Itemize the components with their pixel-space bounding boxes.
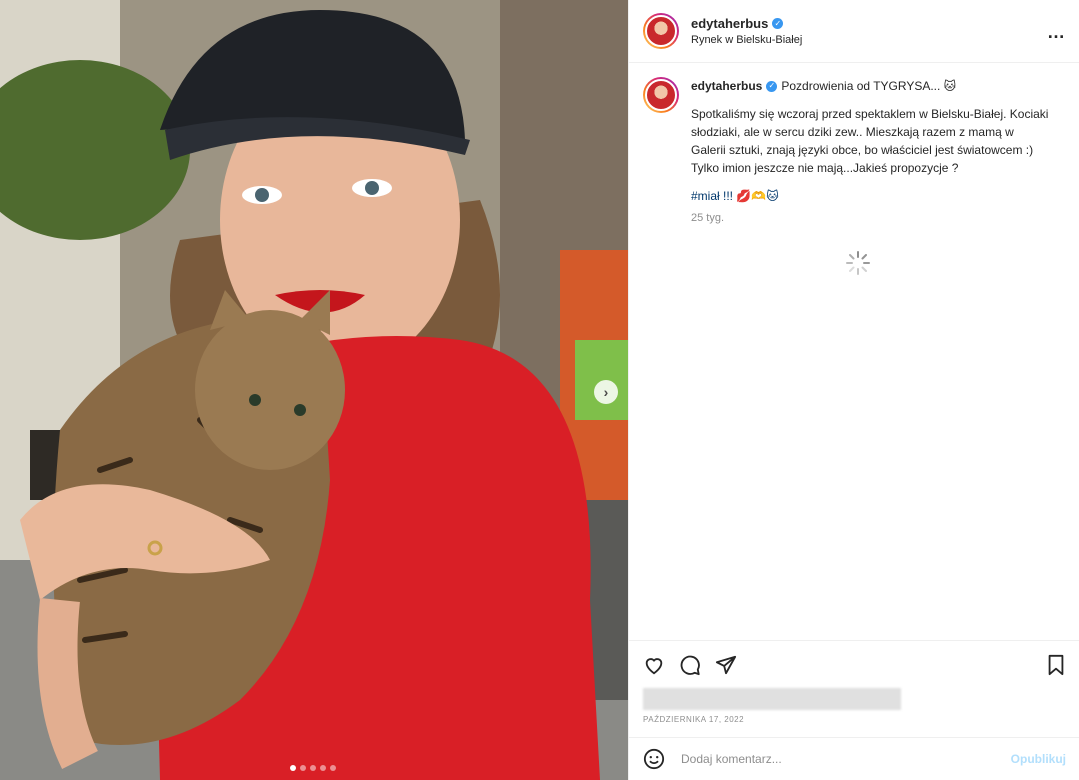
comment-icon[interactable] bbox=[679, 654, 701, 676]
carousel-dot bbox=[330, 765, 336, 771]
comment-bar: Opublikuj bbox=[629, 737, 1079, 780]
caption-hashtag[interactable]: #miał !!! 💋🫶🐱 bbox=[691, 187, 1051, 205]
emoji-icon[interactable] bbox=[643, 748, 665, 770]
post-photo[interactable]: › bbox=[0, 0, 628, 780]
caption-text: Spotkaliśmy się wczoraj przed spektaklem… bbox=[691, 107, 1049, 175]
post-sidebar: edytaherbus ✓ Rynek w Bielsku-Białej … e… bbox=[628, 0, 1079, 780]
more-options-icon[interactable]: … bbox=[1047, 22, 1066, 43]
caption-title: Pozdrowienia od TYGRYSA... 🐱 bbox=[781, 79, 957, 93]
comment-input[interactable] bbox=[679, 751, 1011, 767]
author-username[interactable]: edytaherbus bbox=[691, 16, 768, 31]
caption-avatar[interactable] bbox=[643, 77, 679, 113]
likes-count-blurred bbox=[643, 688, 901, 710]
post-header: edytaherbus ✓ Rynek w Bielsku-Białej … bbox=[629, 0, 1079, 63]
bookmark-icon[interactable] bbox=[1046, 654, 1066, 676]
publish-button[interactable]: Opublikuj bbox=[1011, 752, 1066, 766]
next-slide-button[interactable]: › bbox=[594, 380, 618, 404]
post-actions bbox=[629, 640, 1079, 688]
post-location[interactable]: Rynek w Bielsku-Białej bbox=[691, 34, 802, 46]
share-icon[interactable] bbox=[715, 654, 737, 676]
chevron-right-icon: › bbox=[603, 384, 609, 400]
post-date: PAŹDZIERNIKA 17, 2022 bbox=[643, 715, 745, 724]
verified-badge-icon: ✓ bbox=[772, 18, 784, 29]
verified-badge-icon: ✓ bbox=[766, 80, 778, 92]
carousel-dot bbox=[290, 765, 296, 771]
carousel-dots bbox=[290, 765, 336, 771]
carousel-dot bbox=[300, 765, 306, 771]
heart-icon[interactable] bbox=[643, 654, 665, 676]
avatar[interactable] bbox=[643, 13, 679, 49]
caption: edytaherbus ✓ Pozdrowienia od TYGRYSA...… bbox=[629, 63, 1079, 227]
carousel-dot bbox=[320, 765, 326, 771]
post-age: 25 tyg. bbox=[691, 212, 725, 224]
loading-spinner-icon bbox=[846, 251, 870, 275]
caption-username[interactable]: edytaherbus bbox=[691, 77, 762, 95]
photo-illustration bbox=[0, 0, 628, 780]
carousel-dot bbox=[310, 765, 316, 771]
